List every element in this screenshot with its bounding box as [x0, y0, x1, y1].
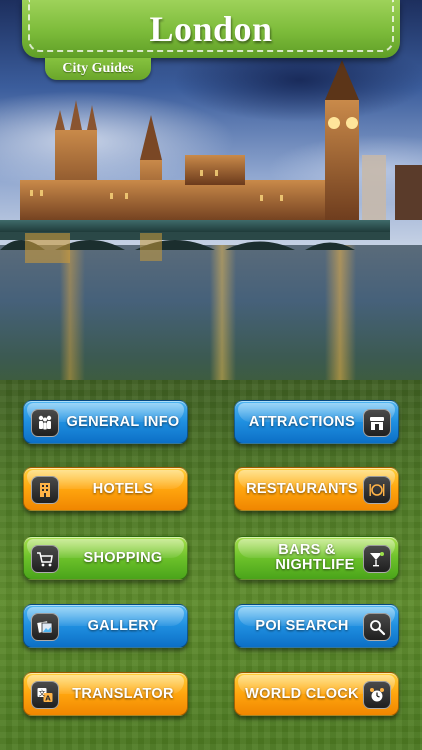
shopping-label: SHOPPING — [83, 549, 163, 566]
app-title: London — [149, 9, 273, 49]
bars-label-line2: NIGHTLIFE — [275, 557, 355, 573]
title-banner: London — [22, 0, 400, 58]
westminster-skyline — [0, 60, 422, 263]
bars-label-line1: BARS & — [278, 542, 336, 558]
translate-icon: 文 A — [31, 681, 59, 709]
svg-text:A: A — [45, 695, 51, 703]
subtitle-label: City Guides — [62, 61, 134, 76]
photos-icon — [31, 613, 59, 641]
cocktail-glass-icon — [363, 545, 391, 573]
people-icon — [31, 409, 59, 437]
attractions-button[interactable]: ATTRACTIONS — [234, 400, 399, 444]
translator-button[interactable]: 文 A TRANSLATOR — [23, 672, 188, 716]
plate-cutlery-icon — [363, 476, 391, 504]
restaurants-label: RESTAURANTS — [246, 480, 358, 497]
subtitle-tab: City Guides — [45, 58, 151, 80]
attractions-label: ATTRACTIONS — [248, 413, 356, 430]
hotels-button[interactable]: HOTELS — [23, 467, 188, 511]
general-info-label: GENERAL INFO — [66, 413, 180, 430]
poi-search-label: POI SEARCH — [255, 617, 349, 634]
restaurants-button[interactable]: RESTAURANTS — [234, 467, 399, 511]
poi-search-button[interactable]: POI SEARCH — [234, 604, 399, 648]
bars-nightlife-label: BARS & NIGHTLIFE — [243, 543, 361, 573]
shopping-button[interactable]: SHOPPING — [23, 536, 188, 580]
gallery-button[interactable]: GALLERY — [23, 604, 188, 648]
hotels-label: HOTELS — [92, 480, 154, 497]
storefront-icon — [363, 409, 391, 437]
world-clock-button[interactable]: WORLD CLOCK — [234, 672, 399, 716]
gallery-label: GALLERY — [87, 617, 159, 634]
world-clock-label: WORLD CLOCK — [245, 685, 359, 702]
shopping-cart-icon — [31, 545, 59, 573]
alarm-clock-icon — [363, 681, 391, 709]
bars-nightlife-button[interactable]: BARS & NIGHTLIFE — [234, 536, 399, 580]
hotel-building-icon — [31, 476, 59, 504]
general-info-button[interactable]: GENERAL INFO — [23, 400, 188, 444]
magnifier-icon — [363, 613, 391, 641]
translator-label: TRANSLATOR — [72, 685, 174, 702]
